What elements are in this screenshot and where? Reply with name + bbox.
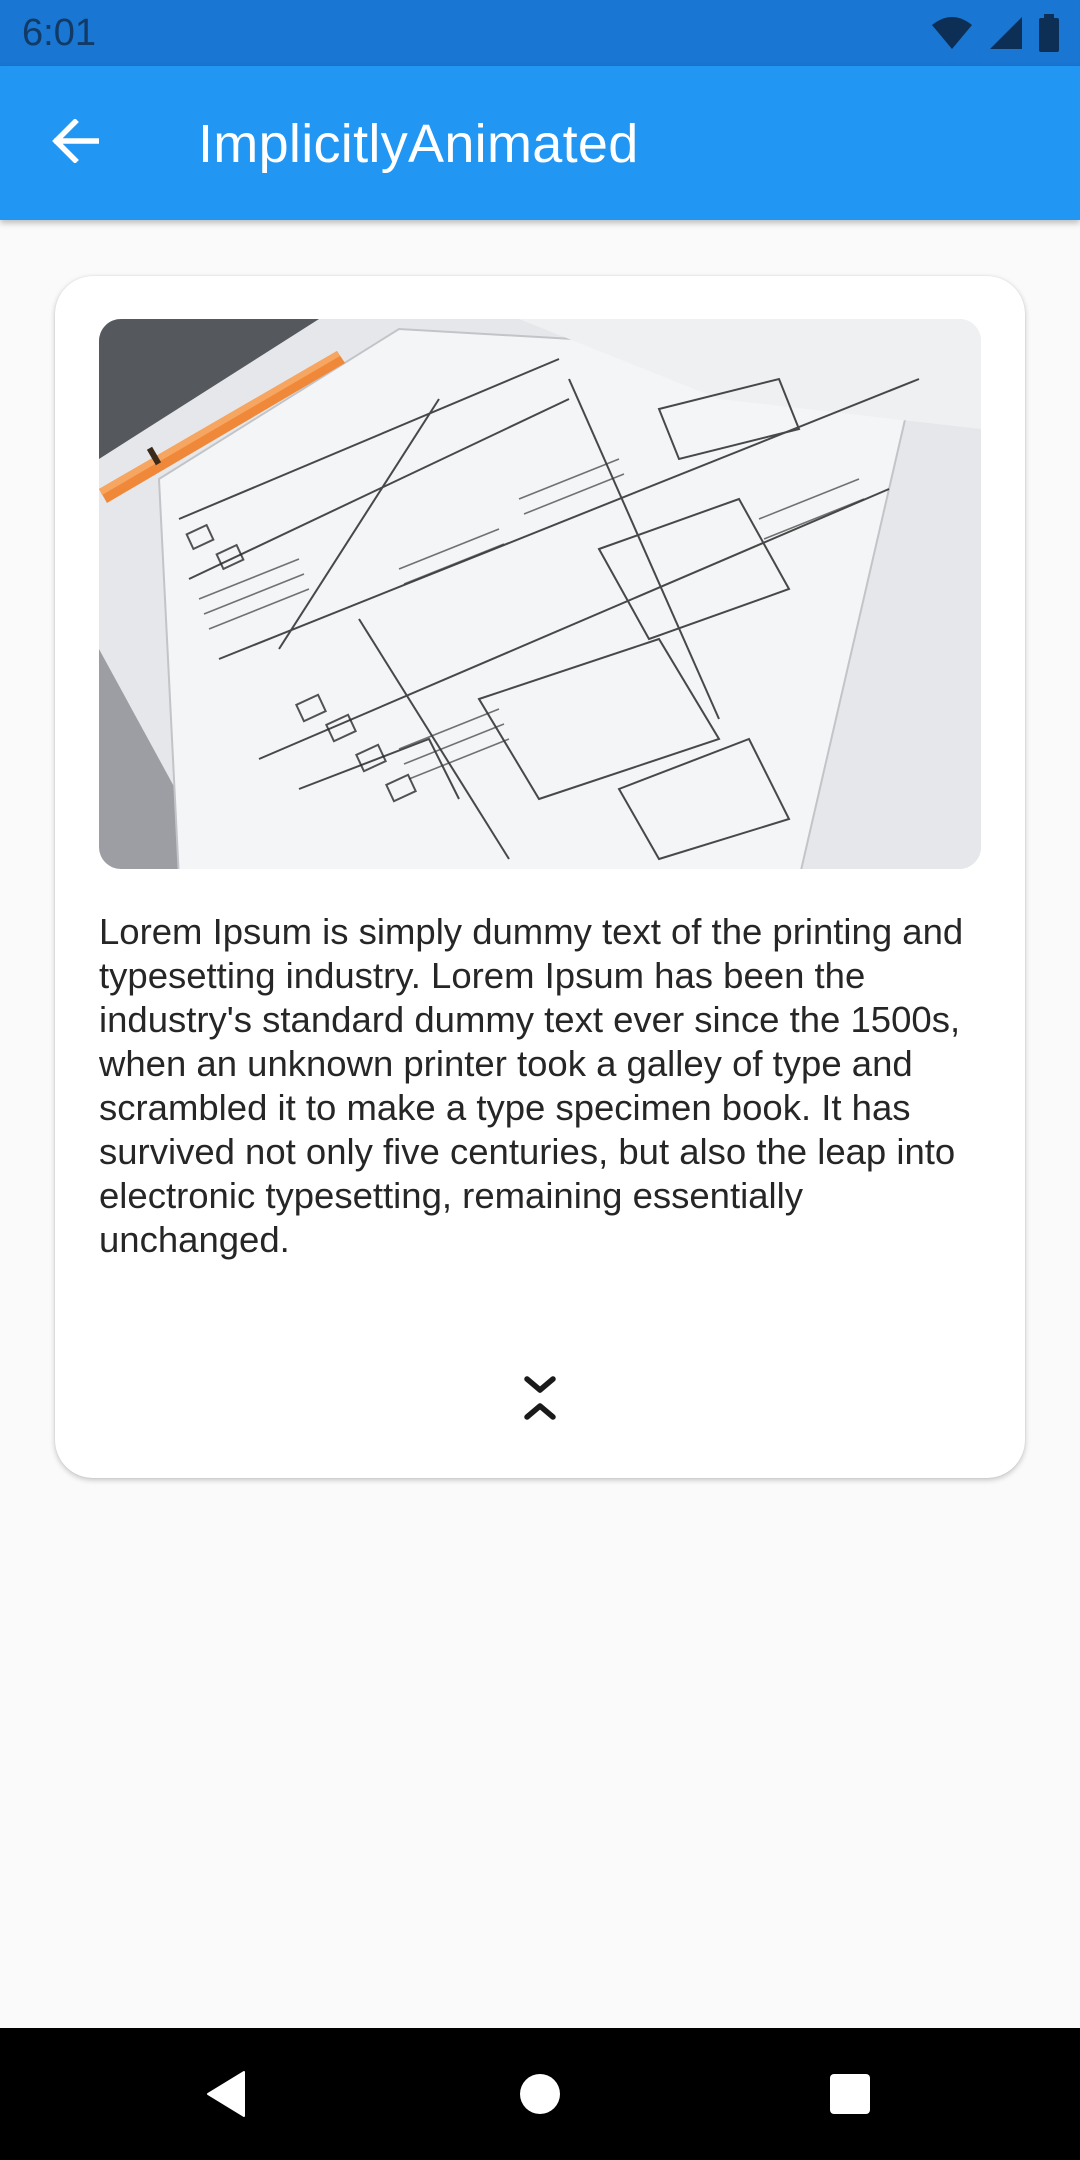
status-time: 6:01: [22, 12, 96, 54]
system-navigation-bar: [0, 2028, 1080, 2160]
wifi-icon: [930, 15, 974, 56]
expandable-card: Lorem Ipsum is simply dummy text of the …: [55, 276, 1025, 1478]
card-body-text: Lorem Ipsum is simply dummy text of the …: [99, 911, 964, 1260]
arrow-back-icon: [51, 117, 100, 168]
sketch-wireframe-photo: [99, 319, 981, 869]
home-circle-icon: [518, 2072, 562, 2121]
status-icons: [930, 14, 1060, 57]
cellular-signal-icon: [988, 15, 1024, 56]
card-image: [99, 319, 981, 869]
nav-back-button[interactable]: [194, 2064, 258, 2128]
collapse-icon: [523, 1373, 557, 1430]
back-button[interactable]: [40, 111, 110, 175]
page-title: ImplicitlyAnimated: [198, 114, 639, 174]
battery-icon: [1038, 14, 1060, 57]
recents-square-icon: [828, 2072, 872, 2121]
collapse-toggle-button[interactable]: [505, 1366, 575, 1436]
nav-recents-button[interactable]: [818, 2064, 882, 2128]
back-triangle-icon: [204, 2070, 248, 2123]
nav-home-button[interactable]: [508, 2064, 572, 2128]
status-bar: 6:01: [0, 0, 1080, 66]
app-bar: ImplicitlyAnimated: [0, 66, 1080, 220]
